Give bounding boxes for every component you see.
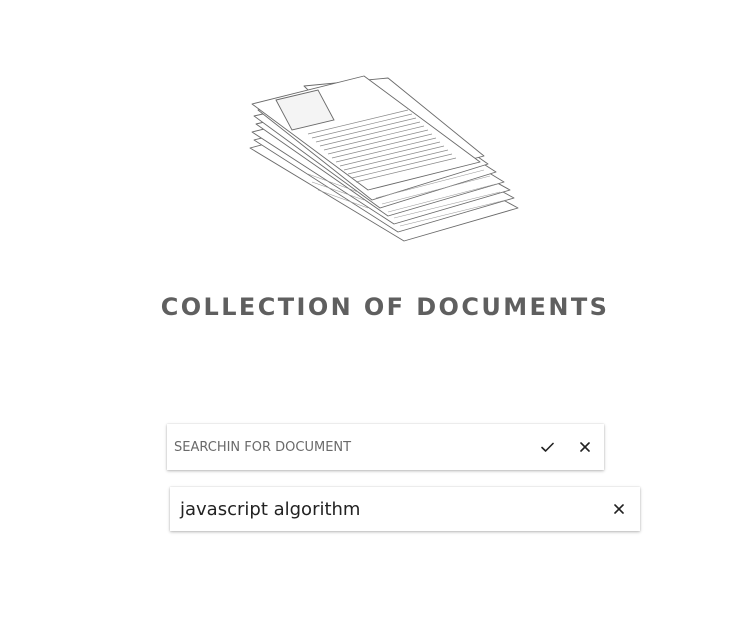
close-icon	[580, 442, 590, 452]
search-confirm-button[interactable]	[528, 424, 566, 470]
search-term-label: javascript algorithm	[180, 498, 361, 520]
search-term-chip: javascript algorithm	[170, 487, 640, 531]
checkmark-icon	[540, 442, 554, 452]
search-bar	[167, 424, 604, 470]
documents-stack-icon	[249, 75, 519, 242]
close-icon	[614, 504, 624, 514]
page-title: COLLECTION OF DOCUMENTS	[160, 293, 610, 321]
remove-search-term-button[interactable]	[598, 487, 640, 531]
search-clear-button[interactable]	[566, 424, 604, 470]
search-input[interactable]	[167, 424, 528, 470]
